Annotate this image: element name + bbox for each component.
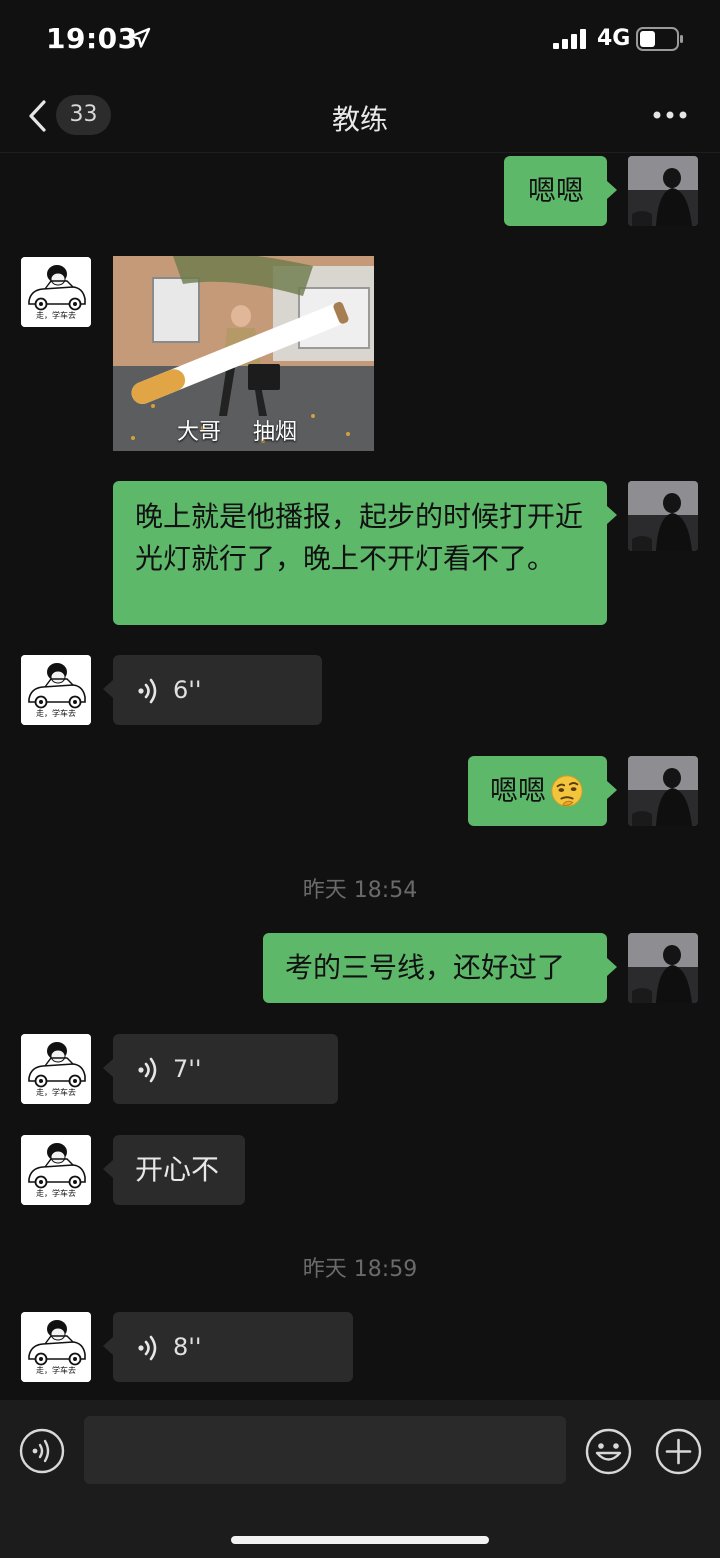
thinking-face-icon xyxy=(551,775,583,807)
coach-message-bubble[interactable]: 开心不 xyxy=(103,1135,245,1205)
emoji-icon[interactable] xyxy=(585,1428,632,1475)
my-avatar[interactable] xyxy=(628,933,698,1003)
signal-icon xyxy=(553,29,586,49)
my-message-bubble[interactable]: 嗯嗯 xyxy=(504,156,617,226)
voice-message-bubble[interactable]: 8'' xyxy=(103,1312,353,1382)
chat-header: 33 教练 xyxy=(0,80,720,153)
coach-avatar-caption: 走，学车去 xyxy=(36,709,76,718)
voice-input-icon[interactable] xyxy=(19,1428,65,1474)
coach-avatar[interactable]: 走，学车去 xyxy=(21,1135,91,1205)
message-text: 晚上就是他播报，起步的时候打开近光灯就行了，晚上不开灯看不了。 xyxy=(135,500,584,575)
status-time: 19:03 xyxy=(46,22,138,55)
voice-duration: 8'' xyxy=(173,1333,202,1361)
my-avatar[interactable] xyxy=(628,156,698,226)
voice-wave-icon xyxy=(138,1335,157,1361)
plus-icon[interactable] xyxy=(655,1428,702,1475)
status-bar: 19:03 4G xyxy=(0,0,720,80)
timestamp: 昨天 18:54 xyxy=(302,878,418,903)
coach-avatar-caption: 走，学车去 xyxy=(36,311,76,320)
my-avatar[interactable] xyxy=(628,756,698,826)
timestamp: 昨天 18:59 xyxy=(302,1257,418,1282)
home-indicator xyxy=(231,1536,489,1544)
input-bar xyxy=(0,1400,720,1558)
sticker-image[interactable]: 大哥 抽烟 xyxy=(113,256,374,451)
coach-avatar[interactable]: 走，学车去 xyxy=(21,1034,91,1104)
voice-message-bubble[interactable]: 6'' xyxy=(103,655,322,725)
sticker-caption-right: 抽烟 xyxy=(253,420,298,445)
my-message-bubble[interactable]: 考的三号线，还好过了 xyxy=(263,933,617,1003)
message-input[interactable] xyxy=(84,1416,566,1484)
coach-avatar-caption: 走，学车去 xyxy=(36,1366,76,1375)
message-text: 嗯嗯 xyxy=(528,174,585,207)
coach-avatar[interactable]: 走，学车去 xyxy=(21,655,91,725)
my-message-bubble[interactable]: 晚上就是他播报，起步的时候打开近光灯就行了，晚上不开灯看不了。 xyxy=(113,481,617,625)
voice-wave-icon xyxy=(138,678,157,704)
voice-wave-icon xyxy=(138,1057,157,1083)
my-avatar[interactable] xyxy=(628,481,698,551)
location-arrow-icon xyxy=(129,27,151,48)
coach-avatar[interactable]: 走，学车去 xyxy=(21,1312,91,1382)
message-text: 考的三号线，还好过了 xyxy=(285,951,566,984)
sticker-photo-icon xyxy=(113,256,374,451)
battery-icon xyxy=(636,27,683,51)
chat-title: 教练 xyxy=(331,103,388,136)
voice-message-bubble[interactable]: 7'' xyxy=(103,1034,338,1104)
voice-duration: 7'' xyxy=(173,1055,202,1083)
more-icon[interactable] xyxy=(652,108,688,122)
message-text: 嗯嗯 xyxy=(490,774,547,807)
sticker-caption-left: 大哥 xyxy=(177,420,222,445)
coach-avatar-caption: 走，学车去 xyxy=(36,1189,76,1198)
message-text: 开心不 xyxy=(135,1153,220,1186)
network-type: 4G xyxy=(597,26,631,51)
my-message-bubble[interactable]: 嗯嗯 xyxy=(468,756,617,826)
coach-avatar[interactable]: 走，学车去 xyxy=(21,257,91,327)
voice-duration: 6'' xyxy=(173,676,202,704)
coach-avatar-caption: 走，学车去 xyxy=(36,1088,76,1097)
